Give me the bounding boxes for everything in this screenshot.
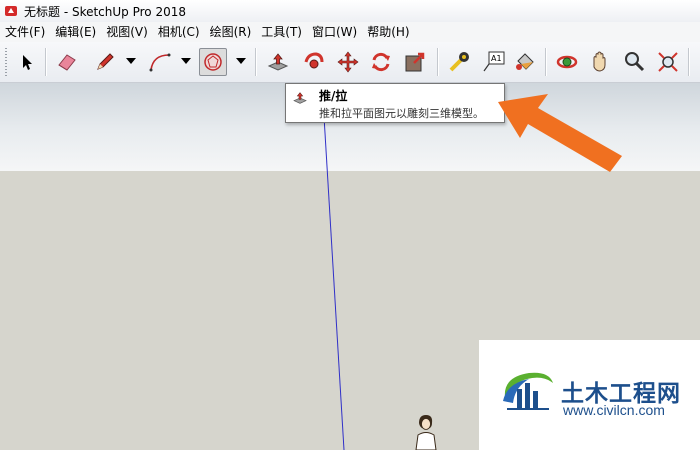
select-tool-button[interactable]: [13, 48, 41, 76]
watermark: 土木工程网 www.civilcn.com: [479, 340, 700, 450]
move-icon: [337, 51, 359, 73]
text-icon-label: A1: [491, 54, 502, 63]
rotate-icon: [372, 52, 390, 72]
menu-view[interactable]: 视图(V): [101, 22, 153, 42]
tooltip-title: 推/拉: [319, 89, 348, 103]
push-pull-icon: [267, 53, 289, 71]
tape-measure-icon: [449, 52, 469, 72]
push-pull-tool-button[interactable]: [264, 48, 292, 76]
rotate-tool-button[interactable]: [367, 48, 395, 76]
paint-bucket-tool-button[interactable]: [511, 48, 539, 76]
arc-tool-dropdown[interactable]: [179, 50, 193, 74]
civilcn-logo-icon: [503, 372, 553, 410]
window-title: 无标题 - SketchUp Pro 2018: [24, 4, 186, 19]
toolbar-separator: [45, 48, 47, 76]
line-tool-dropdown[interactable]: [124, 50, 138, 74]
chevron-down-icon: [126, 58, 136, 64]
tooltip-description: 推和拉平面图元以雕刻三维模型。: [319, 107, 484, 120]
arc-icon: [149, 53, 171, 72]
hand-icon: [593, 51, 606, 72]
text-label-icon: A1: [483, 51, 505, 72]
follow-me-tool-button[interactable]: [300, 48, 328, 76]
line-tool-button[interactable]: [91, 48, 119, 76]
chevron-down-icon: [181, 58, 191, 64]
zoom-tool-button[interactable]: [620, 48, 648, 76]
scale-figure-person[interactable]: [410, 415, 440, 450]
scale-tool-button[interactable]: [401, 48, 429, 76]
push-pull-icon: [293, 92, 307, 104]
magnifier-icon: [625, 52, 645, 72]
scale-icon: [405, 52, 425, 72]
shape-tool-dropdown[interactable]: [234, 50, 248, 74]
watermark-url: www.civilcn.com: [563, 402, 665, 418]
menu-bar: 文件(F) 编辑(E) 视图(V) 相机(C) 绘图(R) 工具(T) 窗口(W…: [0, 22, 700, 42]
menu-draw[interactable]: 绘图(R): [205, 22, 257, 42]
arrow-cursor-icon: [23, 55, 32, 70]
annotation-arrow-icon: [498, 94, 622, 172]
eraser-tool-button[interactable]: [53, 48, 81, 76]
menu-tools[interactable]: 工具(T): [256, 22, 307, 42]
green-blue-axis-line: [321, 83, 345, 450]
toolbar-grip[interactable]: [5, 48, 7, 76]
toolbar-separator: [545, 48, 547, 76]
menu-edit[interactable]: 编辑(E): [50, 22, 101, 42]
sketchup-logo-icon: [5, 6, 17, 16]
menu-camera[interactable]: 相机(C): [153, 22, 205, 42]
eraser-icon: [58, 54, 76, 71]
menu-file[interactable]: 文件(F): [0, 22, 50, 42]
follow-me-icon: [304, 52, 324, 69]
pencil-icon: [97, 53, 114, 70]
tape-measure-tool-button[interactable]: [445, 48, 473, 76]
paint-bucket-icon: [516, 53, 534, 70]
menu-help[interactable]: 帮助(H): [362, 22, 414, 42]
text-tool-button[interactable]: A1: [479, 48, 507, 76]
push-pull-tooltip: 推/拉 推和拉平面图元以雕刻三维模型。: [285, 83, 505, 123]
zoom-extents-tool-button[interactable]: [654, 48, 682, 76]
arc-tool-button[interactable]: [146, 48, 174, 76]
pan-tool-button[interactable]: [586, 48, 614, 76]
toolbar-separator: [255, 48, 257, 76]
zoom-extents-icon: [658, 52, 678, 72]
toolbar: A1: [0, 42, 700, 83]
chevron-down-icon: [236, 58, 246, 64]
menu-window[interactable]: 窗口(W): [307, 22, 362, 42]
orbit-icon: [556, 55, 578, 69]
move-tool-button[interactable]: [334, 48, 362, 76]
polygon-icon: [204, 53, 222, 71]
toolbar-separator: [437, 48, 439, 76]
shape-tool-button[interactable]: [199, 48, 227, 76]
title-bar: 无标题 - SketchUp Pro 2018: [0, 0, 700, 23]
toolbar-separator: [688, 48, 690, 76]
orbit-tool-button[interactable]: [553, 48, 581, 76]
